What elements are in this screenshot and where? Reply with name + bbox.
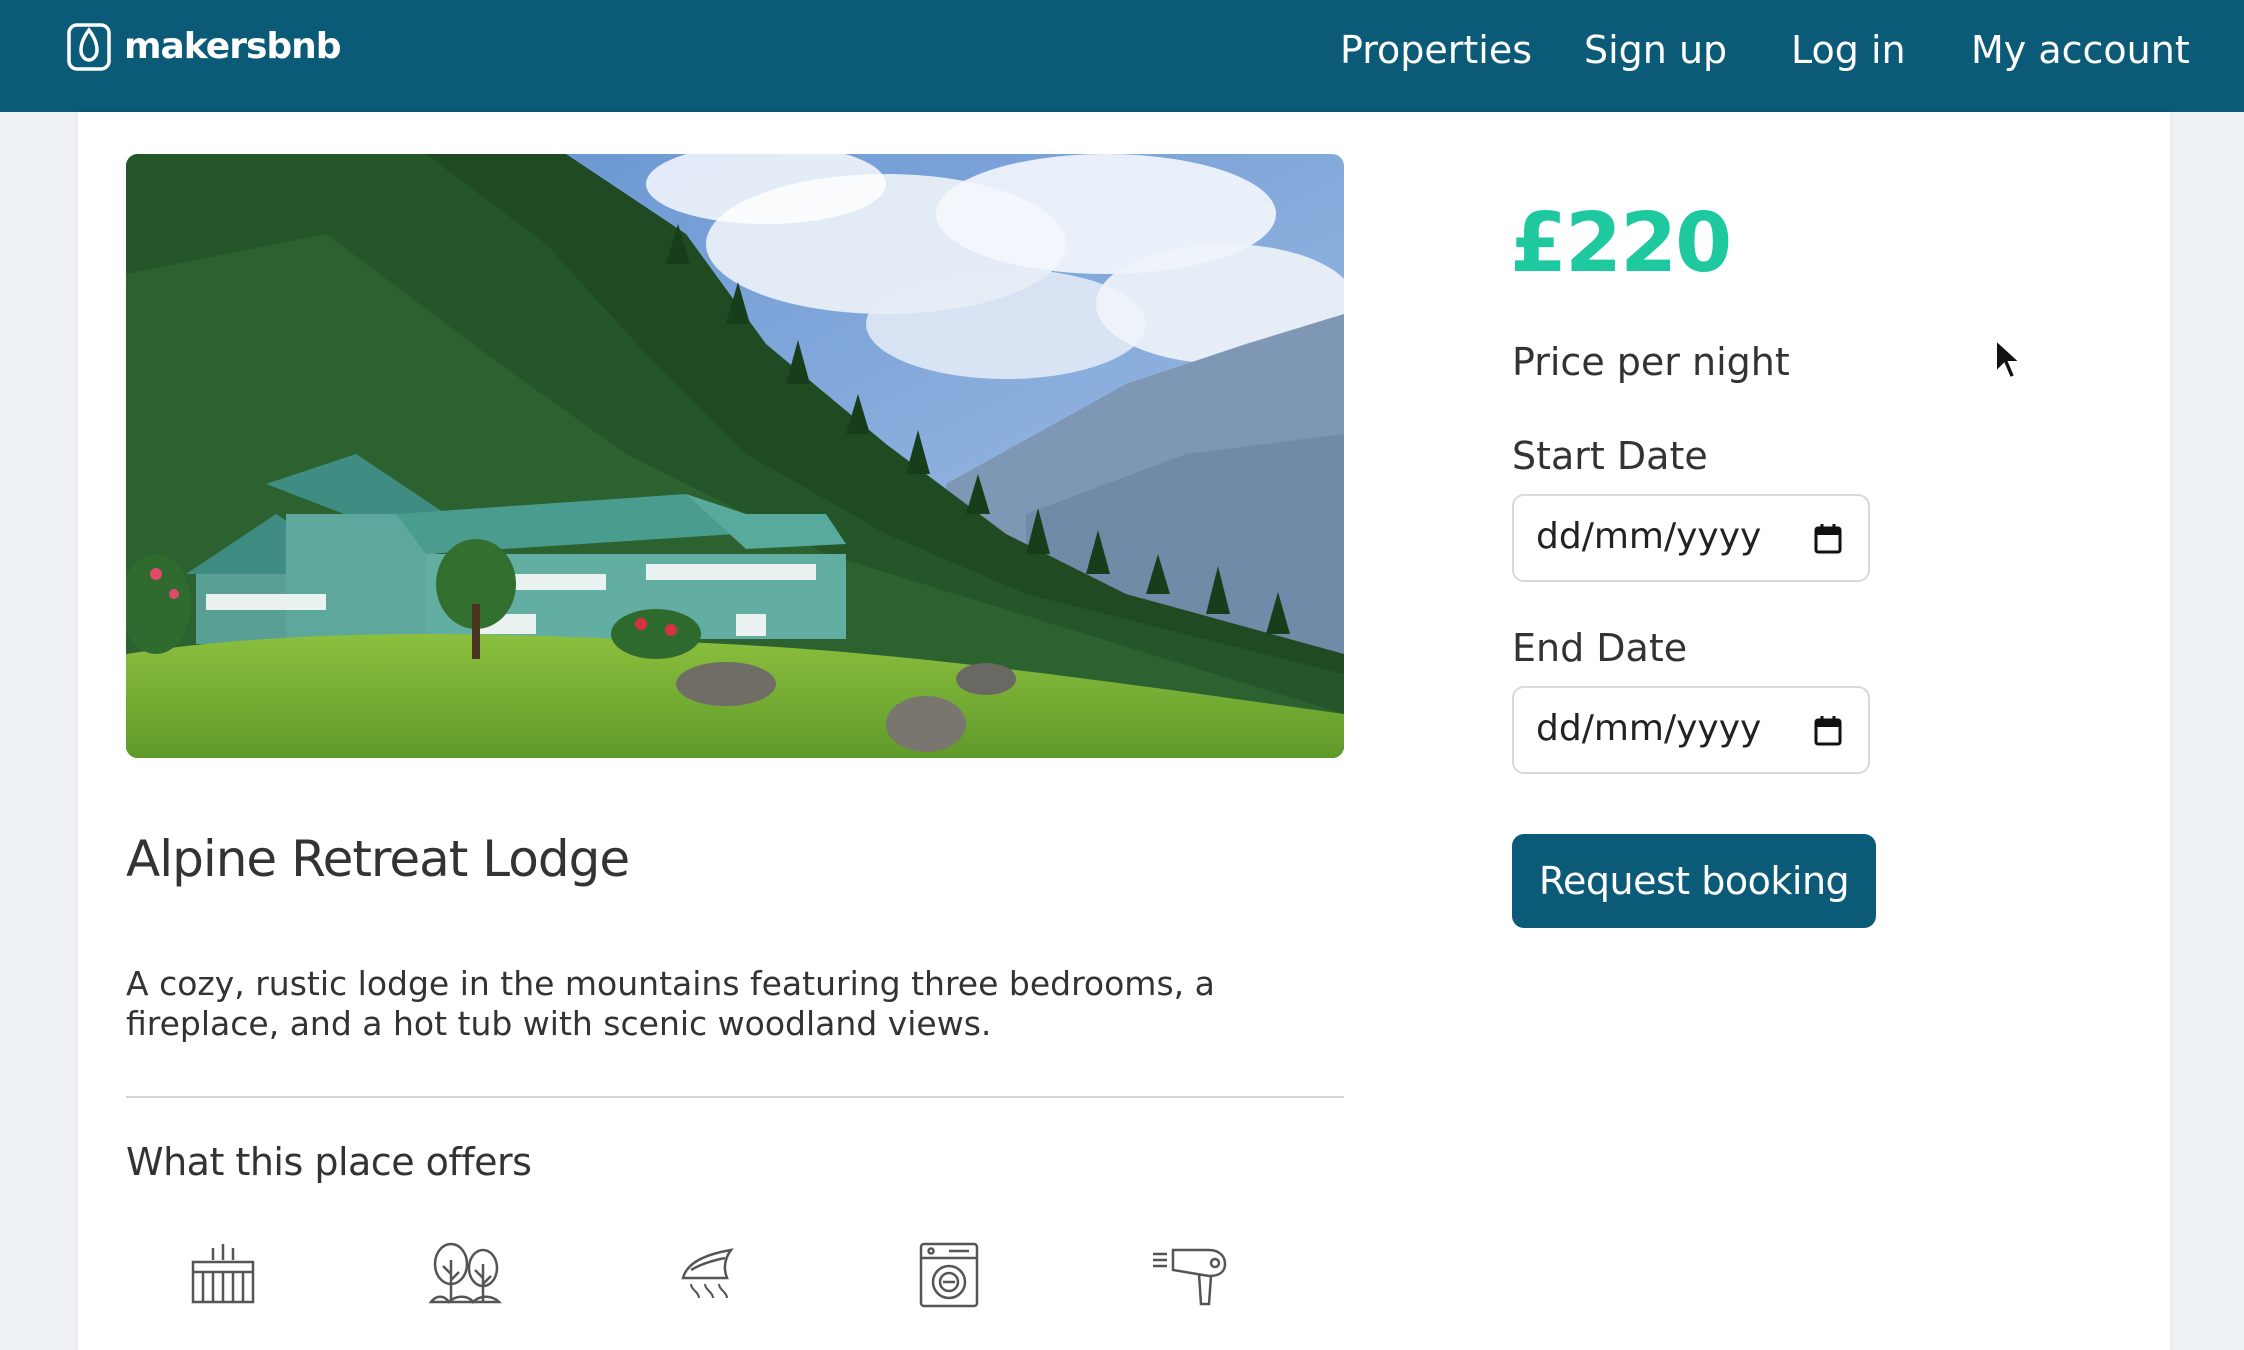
section-divider bbox=[126, 1096, 1344, 1098]
nav-link-my-account[interactable]: My account bbox=[1971, 24, 2190, 76]
property-photo bbox=[126, 154, 1344, 758]
calendar-icon[interactable] bbox=[1812, 522, 1844, 556]
end-date-label: End Date bbox=[1512, 626, 1688, 670]
amenities-heading: What this place offers bbox=[126, 1140, 532, 1184]
washer-icon bbox=[919, 1242, 979, 1308]
amenity-washer bbox=[894, 1240, 1004, 1330]
nav-link-properties[interactable]: Properties bbox=[1340, 24, 1532, 76]
start-date-label: Start Date bbox=[1512, 434, 1708, 478]
makersbnb-logo-icon bbox=[67, 23, 111, 71]
property-description: A cozy, rustic lodge in the mountains fe… bbox=[126, 964, 1215, 1043]
start-date-input[interactable]: dd/mm/yyyy bbox=[1512, 494, 1870, 582]
nav-link-sign-up[interactable]: Sign up bbox=[1584, 24, 1727, 76]
request-booking-button[interactable]: Request booking bbox=[1512, 834, 1876, 928]
brand-name: makersbnb bbox=[124, 25, 342, 67]
price-per-night-label: Price per night bbox=[1512, 340, 1790, 384]
amenity-garden bbox=[410, 1240, 520, 1330]
garden-icon bbox=[428, 1242, 503, 1304]
end-date-placeholder: dd/mm/yyyy bbox=[1536, 708, 1762, 749]
top-navbar: makersbnb Properties Sign up Log in My a… bbox=[0, 0, 2244, 112]
hair-dryer-icon bbox=[1153, 1248, 1227, 1306]
amenity-heating bbox=[168, 1240, 278, 1330]
price-per-night-value: £220 bbox=[1510, 196, 1732, 291]
iron-icon bbox=[681, 1248, 734, 1299]
amenity-iron bbox=[652, 1240, 762, 1330]
heating-icon bbox=[191, 1244, 255, 1304]
start-date-placeholder: dd/mm/yyyy bbox=[1536, 516, 1762, 557]
brand-logo-link[interactable]: makersbnb bbox=[66, 18, 342, 74]
end-date-input[interactable]: dd/mm/yyyy bbox=[1512, 686, 1870, 774]
mouse-cursor-icon bbox=[1995, 338, 2023, 380]
calendar-icon[interactable] bbox=[1812, 714, 1844, 748]
nav-link-log-in[interactable]: Log in bbox=[1791, 24, 1906, 76]
amenity-hair-dryer bbox=[1136, 1240, 1246, 1330]
property-title: Alpine Retreat Lodge bbox=[126, 830, 630, 888]
